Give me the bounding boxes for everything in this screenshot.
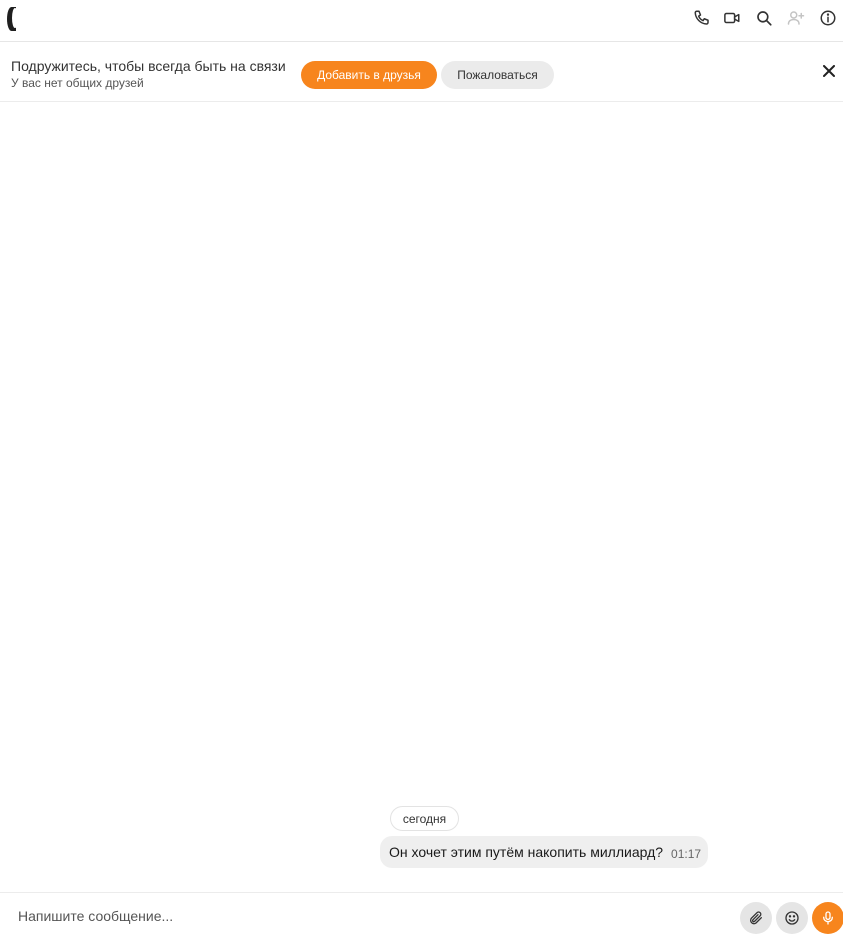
phone-icon[interactable] <box>692 8 712 28</box>
add-friend-button[interactable]: Добавить в друзья <box>301 61 437 89</box>
chat-header <box>0 0 843 42</box>
microphone-icon <box>823 911 833 925</box>
message-bubble[interactable]: Он хочет этим путём накопить миллиард? 0… <box>380 836 708 868</box>
message-input[interactable] <box>8 901 728 931</box>
message-composer <box>0 892 843 939</box>
banner-subtitle: У вас нет общих друзей <box>11 76 144 90</box>
paperclip-icon <box>750 911 762 925</box>
emoji-button[interactable] <box>776 902 808 934</box>
avatar[interactable] <box>4 2 38 36</box>
close-icon[interactable] <box>821 63 837 79</box>
search-icon[interactable] <box>754 8 774 28</box>
info-icon[interactable] <box>818 8 838 28</box>
message-text: Он хочет этим путём накопить миллиард? <box>389 844 664 860</box>
message-time: 01:17 <box>671 847 702 861</box>
smiley-icon <box>785 911 799 925</box>
report-button[interactable]: Пожаловаться <box>441 61 554 89</box>
voice-message-button[interactable] <box>812 902 843 934</box>
video-camera-icon[interactable] <box>722 8 742 28</box>
add-friend-icon[interactable] <box>786 8 806 28</box>
friend-suggestion-banner: Подружитесь, чтобы всегда быть на связи … <box>0 43 843 102</box>
attach-button[interactable] <box>740 902 772 934</box>
banner-title: Подружитесь, чтобы всегда быть на связи <box>11 58 286 74</box>
date-separator: сегодня <box>390 806 459 831</box>
